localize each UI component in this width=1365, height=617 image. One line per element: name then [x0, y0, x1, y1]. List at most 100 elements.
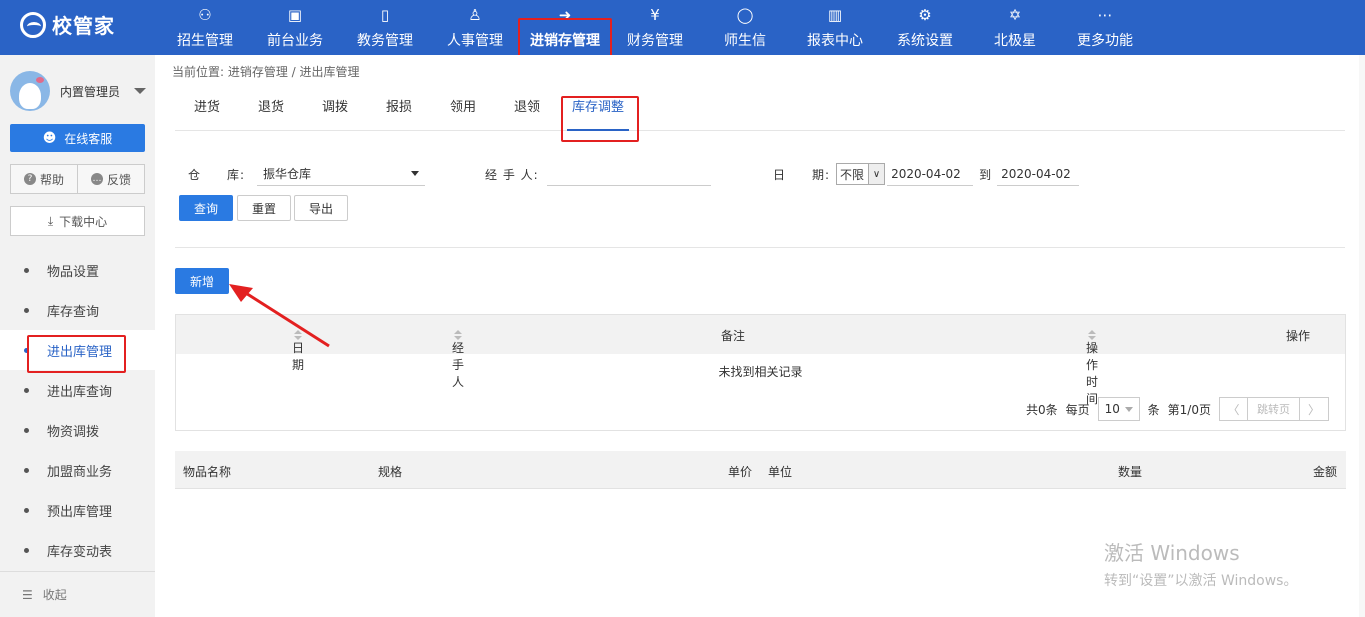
- page-indicator: 第1/0页: [1167, 402, 1211, 417]
- main-nav: ⚇ 招生管理 ▣ 前台业务 ▯ 教务管理 ♙ 人事管理 ➜ 进销存管理 ¥ 财务管理 ◯ 师生…: [160, 0, 1150, 55]
- online-service-button[interactable]: ☻ 在线客服: [10, 124, 145, 152]
- tab-purchase[interactable]: 进货: [175, 93, 239, 130]
- records-table: 日期 经手人 备注 操作时间 操作 未找到相关记录 共0条 每页 10 条 第1…: [175, 314, 1346, 431]
- dropdown-arrow-icon: [1124, 406, 1133, 412]
- logo[interactable]: 校管家: [20, 10, 115, 39]
- sidebar-item-stock-query[interactable]: 库存查询: [0, 290, 155, 330]
- book-icon: ▯: [380, 5, 390, 24]
- warehouse-filter: 仓 库: 振华仓库: [188, 162, 426, 186]
- tab-stock-adjustment[interactable]: 库存调整: [567, 93, 629, 131]
- add-button[interactable]: 新增: [175, 268, 229, 294]
- reset-button[interactable]: 重置: [237, 195, 291, 221]
- help-feedback-group: ? 帮助 … 反馈: [10, 164, 145, 194]
- gear-icon: ⚙: [918, 5, 932, 24]
- sidebar-item-goods-settings[interactable]: 物品设置: [0, 250, 155, 290]
- sidebar-item-pre-out[interactable]: 预出库管理: [0, 490, 155, 530]
- collapse-button[interactable]: ☰ 收起: [0, 571, 155, 617]
- sidebar: 内置管理员 ☻ 在线客服 ? 帮助 … 反馈 ⤓ 下载中心 物品设置 库存查询 进出…: [0, 55, 155, 617]
- col-remark: 备注: [721, 329, 746, 343]
- nav-item-polaris[interactable]: ✡ 北极星: [970, 0, 1060, 55]
- total-count: 共0条: [1026, 402, 1058, 417]
- nav-item-finance[interactable]: ¥ 财务管理: [610, 0, 700, 55]
- date-range-select[interactable]: 不限 ∨: [836, 163, 886, 185]
- col-handler[interactable]: 经手人: [452, 327, 464, 389]
- tab-damage[interactable]: 报损: [367, 93, 431, 130]
- sidebar-item-stock-changes[interactable]: 库存变动表: [0, 530, 155, 570]
- sidebar-item-franchise[interactable]: 加盟商业务: [0, 450, 155, 490]
- nav-item-recruit[interactable]: ⚇ 招生管理: [160, 0, 250, 55]
- col-operation-time[interactable]: 操作时间: [1086, 327, 1098, 406]
- col-unit: 单位: [768, 465, 793, 479]
- tab-transfer[interactable]: 调拨: [303, 93, 367, 130]
- feedback-button[interactable]: … 反馈: [77, 165, 144, 193]
- tab-requisition[interactable]: 领用: [431, 93, 495, 130]
- nav-item-front-desk[interactable]: ▣ 前台业务: [250, 0, 340, 55]
- col-amount: 金额: [1313, 465, 1338, 479]
- handler-label: 经 手 人:: [485, 167, 539, 182]
- col-item-name: 物品名称: [183, 465, 232, 479]
- date-to-input[interactable]: 2020-04-02: [997, 162, 1080, 186]
- star-icon: ✡: [1008, 5, 1022, 24]
- per-page-select[interactable]: 10: [1097, 397, 1140, 421]
- tab-bar: 进货 退货 调拨 报损 领用 退领 库存调整: [175, 93, 1345, 131]
- per-page-label: 每页: [1065, 402, 1090, 417]
- chevron-down-icon: [134, 88, 147, 94]
- date-from-input[interactable]: 2020-04-02: [887, 162, 974, 186]
- tab-return-requisition[interactable]: 退领: [495, 93, 559, 130]
- breadcrumb: 当前位置: 进销存管理 / 进出库管理: [172, 65, 360, 79]
- dropdown-arrow-icon: [411, 171, 420, 176]
- top-nav-bar: 校管家 ⚇ 招生管理 ▣ 前台业务 ▯ 教务管理 ♙ 人事管理 ➜ 进销存管理 ¥ 财务管理…: [0, 0, 1365, 55]
- pagination: 共0条 每页 10 条 第1/0页 〈 跳转页 〉: [1026, 397, 1329, 421]
- tab-return[interactable]: 退货: [239, 93, 303, 130]
- user-name: 内置管理员: [60, 84, 121, 99]
- collapse-icon: ☰: [22, 587, 33, 602]
- logo-icon: [20, 11, 46, 38]
- annotation-arrow: [229, 284, 330, 348]
- yen-house-icon: ¥: [650, 5, 660, 24]
- nav-item-more[interactable]: ⋯ 更多功能: [1060, 0, 1150, 55]
- date-filter: 日 期: 不限 ∨ 2020-04-02 到 2020-04-02: [773, 162, 1080, 186]
- download-icon: ⤓: [47, 213, 54, 228]
- download-center-button[interactable]: ⤓ 下载中心: [10, 206, 145, 236]
- prev-page-button[interactable]: 〈: [1220, 398, 1248, 420]
- sidebar-item-in-out-management[interactable]: 进出库管理: [0, 330, 155, 370]
- logo-text: 校管家: [52, 14, 115, 38]
- user-menu[interactable]: 内置管理员: [10, 71, 147, 111]
- main-content: 当前位置: 进销存管理 / 进出库管理 进货 退货 调拨 报损 领用 退领 库存…: [155, 55, 1365, 617]
- per-page-unit: 条: [1147, 402, 1160, 417]
- next-page-button[interactable]: 〉: [1300, 398, 1328, 420]
- nav-item-reports[interactable]: ▥ 报表中心: [790, 0, 880, 55]
- sidebar-item-in-out-query[interactable]: 进出库查询: [0, 370, 155, 410]
- handler-input[interactable]: [546, 162, 711, 186]
- chat-bubble-icon: ☻: [42, 130, 57, 146]
- warehouse-select[interactable]: 振华仓库: [257, 162, 426, 186]
- col-unit-price: 单价: [728, 465, 753, 479]
- sidebar-menu: 物品设置 库存查询 进出库管理 进出库查询 物资调拨 加盟商业务 预出库管理 库…: [0, 250, 155, 570]
- help-button[interactable]: ? 帮助: [11, 165, 77, 193]
- query-button[interactable]: 查询: [179, 195, 233, 221]
- user-plus-icon: ⚇: [198, 5, 212, 24]
- sort-icon: [454, 329, 462, 340]
- person-icon: ♙: [468, 5, 482, 24]
- col-actions: 操作: [1286, 329, 1311, 343]
- nav-item-messages[interactable]: ◯ 师生信: [700, 0, 790, 55]
- nav-item-settings[interactable]: ⚙ 系统设置: [880, 0, 970, 55]
- nav-item-hr[interactable]: ♙ 人事管理: [430, 0, 520, 55]
- col-spec: 规格: [378, 465, 403, 479]
- scrollbar[interactable]: [1359, 55, 1365, 617]
- nav-item-academic[interactable]: ▯ 教务管理: [340, 0, 430, 55]
- avatar: [10, 71, 50, 111]
- chat-icon: ◯: [736, 5, 754, 24]
- empty-message: 未找到相关记录: [718, 365, 803, 379]
- nav-item-inventory[interactable]: ➜ 进销存管理: [520, 0, 610, 55]
- sidebar-item-transfer[interactable]: 物资调拨: [0, 410, 155, 450]
- export-button[interactable]: 导出: [294, 195, 348, 221]
- exit-box-icon: ➜: [558, 5, 572, 24]
- chevron-down-icon: ∨: [868, 164, 885, 184]
- chart-icon: ▥: [827, 5, 843, 24]
- jump-page-input[interactable]: 跳转页: [1248, 398, 1300, 420]
- question-icon: ?: [23, 173, 36, 185]
- date-to-label: 到: [979, 167, 992, 182]
- handler-filter: 经 手 人:: [485, 162, 711, 186]
- sort-icon: [1088, 329, 1096, 340]
